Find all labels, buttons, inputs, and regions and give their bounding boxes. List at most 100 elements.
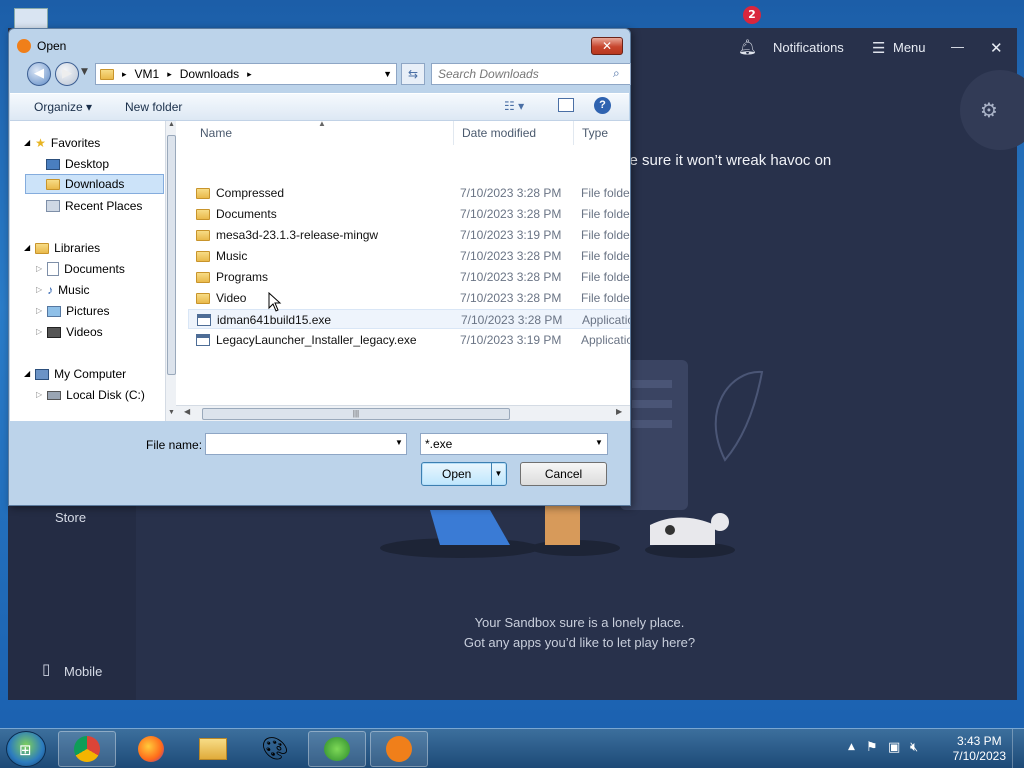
- taskbar-firefox[interactable]: [122, 731, 180, 767]
- cancel-button[interactable]: Cancel: [520, 462, 607, 486]
- breadcrumb-downloads[interactable]: Downloads: [180, 67, 239, 81]
- file-name: Documents: [216, 207, 277, 221]
- address-breadcrumb[interactable]: ▸ VM1 ▸ Downloads ▸ ▼: [95, 63, 397, 85]
- clock[interactable]: 3:43 PM 7/10/2023: [953, 734, 1006, 764]
- help-icon[interactable]: ?: [594, 97, 611, 114]
- file-date: 7/10/2023 3:28 PM: [461, 313, 563, 327]
- avast-app-icon: [17, 39, 31, 53]
- breadcrumb-sep-icon: ▸: [247, 68, 252, 79]
- file-type: Application: [581, 333, 630, 347]
- new-folder-button[interactable]: New folder: [125, 100, 182, 114]
- nav-favorites-label: Favorites: [50, 136, 101, 150]
- organize-button[interactable]: Organize ▾: [34, 100, 92, 114]
- star-icon: ★: [35, 136, 46, 150]
- filename-input[interactable]: [205, 433, 407, 455]
- menu-button[interactable]: Menu: [893, 40, 926, 55]
- file-row[interactable]: idman641build15.exe 7/10/2023 3:28 PM Appl…: [188, 309, 630, 329]
- store-nav-item[interactable]: Store: [55, 510, 86, 525]
- notification-count-badge: 2: [743, 6, 761, 24]
- view-options-icon[interactable]: ☷ ▾: [504, 99, 524, 113]
- breadcrumb-vm1[interactable]: VM1: [135, 67, 160, 81]
- address-bar-row: ◀ ▶ ▼ ▸ VM1 ▸ Downloads ▸ ▼ ⇆ Search Dow…: [17, 61, 631, 87]
- taskbar-chrome[interactable]: [58, 731, 116, 767]
- file-row[interactable]: Programs 7/10/2023 3:28 PM File folder: [188, 267, 630, 287]
- nav-pictures-label: Pictures: [66, 304, 110, 318]
- downloads-folder-icon: [46, 178, 60, 190]
- nav-desktop-label: Desktop: [65, 157, 110, 171]
- start-button[interactable]: ⊞: [6, 731, 46, 767]
- file-row[interactable]: Music 7/10/2023 3:28 PM File folder: [188, 246, 630, 266]
- expand-arrow-icon: ▷: [36, 327, 43, 336]
- filter-dropdown-icon[interactable]: ▼: [595, 438, 603, 447]
- back-arrow-icon: ◀: [34, 66, 44, 81]
- forward-button[interactable]: ▶: [55, 62, 79, 86]
- scroll-right-icon[interactable]: ▶: [616, 407, 622, 416]
- menu-icon[interactable]: ☰: [872, 39, 885, 57]
- back-button[interactable]: ◀: [27, 62, 51, 86]
- file-row[interactable]: Compressed 7/10/2023 3:28 PM File folder: [188, 183, 630, 203]
- file-row[interactable]: Video 7/10/2023 3:28 PM File folder: [188, 288, 630, 308]
- nav-downloads[interactable]: Downloads: [25, 174, 164, 194]
- nav-scrollbar[interactable]: ▲ ▼: [165, 121, 176, 421]
- mobile-nav-item[interactable]: Mobile: [64, 664, 102, 679]
- nav-desktop[interactable]: Desktop: [46, 154, 109, 174]
- collapse-arrow-icon: ◢: [24, 138, 31, 147]
- nav-pictures[interactable]: ▷ Pictures: [36, 301, 110, 321]
- column-type[interactable]: Type: [574, 121, 630, 145]
- file-name: mesa3d-23.1.3-release-mingw: [216, 228, 379, 242]
- nav-favorites[interactable]: ◢ ★ Favorites: [24, 133, 100, 153]
- dialog-titlebar: Open: [17, 37, 66, 55]
- nav-local-disk[interactable]: ▷ Local Disk (C:): [36, 385, 145, 405]
- file-name-cell: Music: [196, 246, 247, 266]
- file-name: Video: [216, 291, 247, 305]
- open-button-label: Open: [442, 467, 472, 481]
- scroll-left-icon[interactable]: ◀: [184, 407, 190, 416]
- file-list-hscroll-thumb[interactable]: |||: [202, 408, 510, 420]
- search-input[interactable]: Search Downloads: [431, 63, 631, 85]
- refresh-button[interactable]: ⇆: [401, 63, 425, 85]
- file-list-hscrollbar[interactable]: ◀ ||| ▶: [176, 405, 630, 421]
- file-name-cell: mesa3d-23.1.3-release-mingw: [196, 225, 378, 245]
- nav-music[interactable]: ▷ ♪ Music: [36, 280, 90, 300]
- file-row[interactable]: LegacyLauncher_Installer_legacy.exe 7/10/…: [188, 330, 630, 350]
- file-name: Compressed: [216, 186, 285, 200]
- file-row[interactable]: Documents 7/10/2023 3:28 PM File folder: [188, 204, 630, 224]
- preview-pane-icon[interactable]: [558, 98, 574, 112]
- nav-videos[interactable]: ▷ Videos: [36, 322, 103, 342]
- network-icon[interactable]: ▣: [888, 740, 900, 755]
- file-row[interactable]: mesa3d-23.1.3-release-mingw 7/10/2023 3:1…: [188, 225, 630, 245]
- folder-icon: [196, 292, 210, 304]
- show-hidden-icons-icon[interactable]: ▲: [848, 742, 855, 752]
- close-button[interactable]: ✕: [990, 39, 1003, 57]
- nav-scroll-thumb[interactable]: [167, 135, 176, 375]
- recent-pages-dropdown-icon[interactable]: ▼: [81, 67, 88, 77]
- taskbar-paint[interactable]: 🎨︎: [246, 731, 304, 767]
- taskbar-avast[interactable]: [370, 731, 428, 767]
- bell-icon[interactable]: 🔔︎: [738, 38, 757, 56]
- nav-libraries[interactable]: ◢ Libraries: [24, 238, 100, 258]
- folder-icon: [100, 68, 114, 80]
- nav-recent-places[interactable]: Recent Places: [46, 196, 142, 216]
- expand-arrow-icon: ▷: [36, 306, 43, 315]
- action-center-flag-icon[interactable]: ⚑: [866, 740, 878, 755]
- dialog-close-button[interactable]: ✕: [591, 37, 623, 55]
- scroll-down-icon[interactable]: ▼: [168, 409, 175, 416]
- address-dropdown-icon[interactable]: ▼: [383, 69, 392, 79]
- nav-my-computer[interactable]: ◢ My Computer: [24, 364, 126, 384]
- notifications-button[interactable]: Notifications: [773, 40, 844, 55]
- column-date-modified[interactable]: Date modified: [454, 121, 574, 145]
- nav-documents[interactable]: ▷ Documents: [36, 259, 125, 279]
- taskbar-explorer[interactable]: [184, 731, 242, 767]
- scroll-up-icon[interactable]: ▲: [168, 121, 175, 128]
- music-icon: ♪: [47, 283, 54, 297]
- filename-dropdown-icon[interactable]: ▼: [395, 438, 403, 447]
- volume-muted-icon[interactable]: 🔇︎: [910, 740, 918, 755]
- file-type-filter-select[interactable]: *.exe: [420, 433, 608, 455]
- taskbar-idm[interactable]: [308, 731, 366, 767]
- open-button[interactable]: Open ▼: [421, 462, 507, 486]
- minimize-button[interactable]: —: [951, 39, 964, 54]
- show-desktop-button[interactable]: [1012, 729, 1024, 768]
- file-type: File folder: [581, 291, 630, 305]
- nav-localdisk-label: Local Disk (C:): [66, 388, 145, 402]
- open-split-dropdown-icon[interactable]: ▼: [491, 463, 505, 485]
